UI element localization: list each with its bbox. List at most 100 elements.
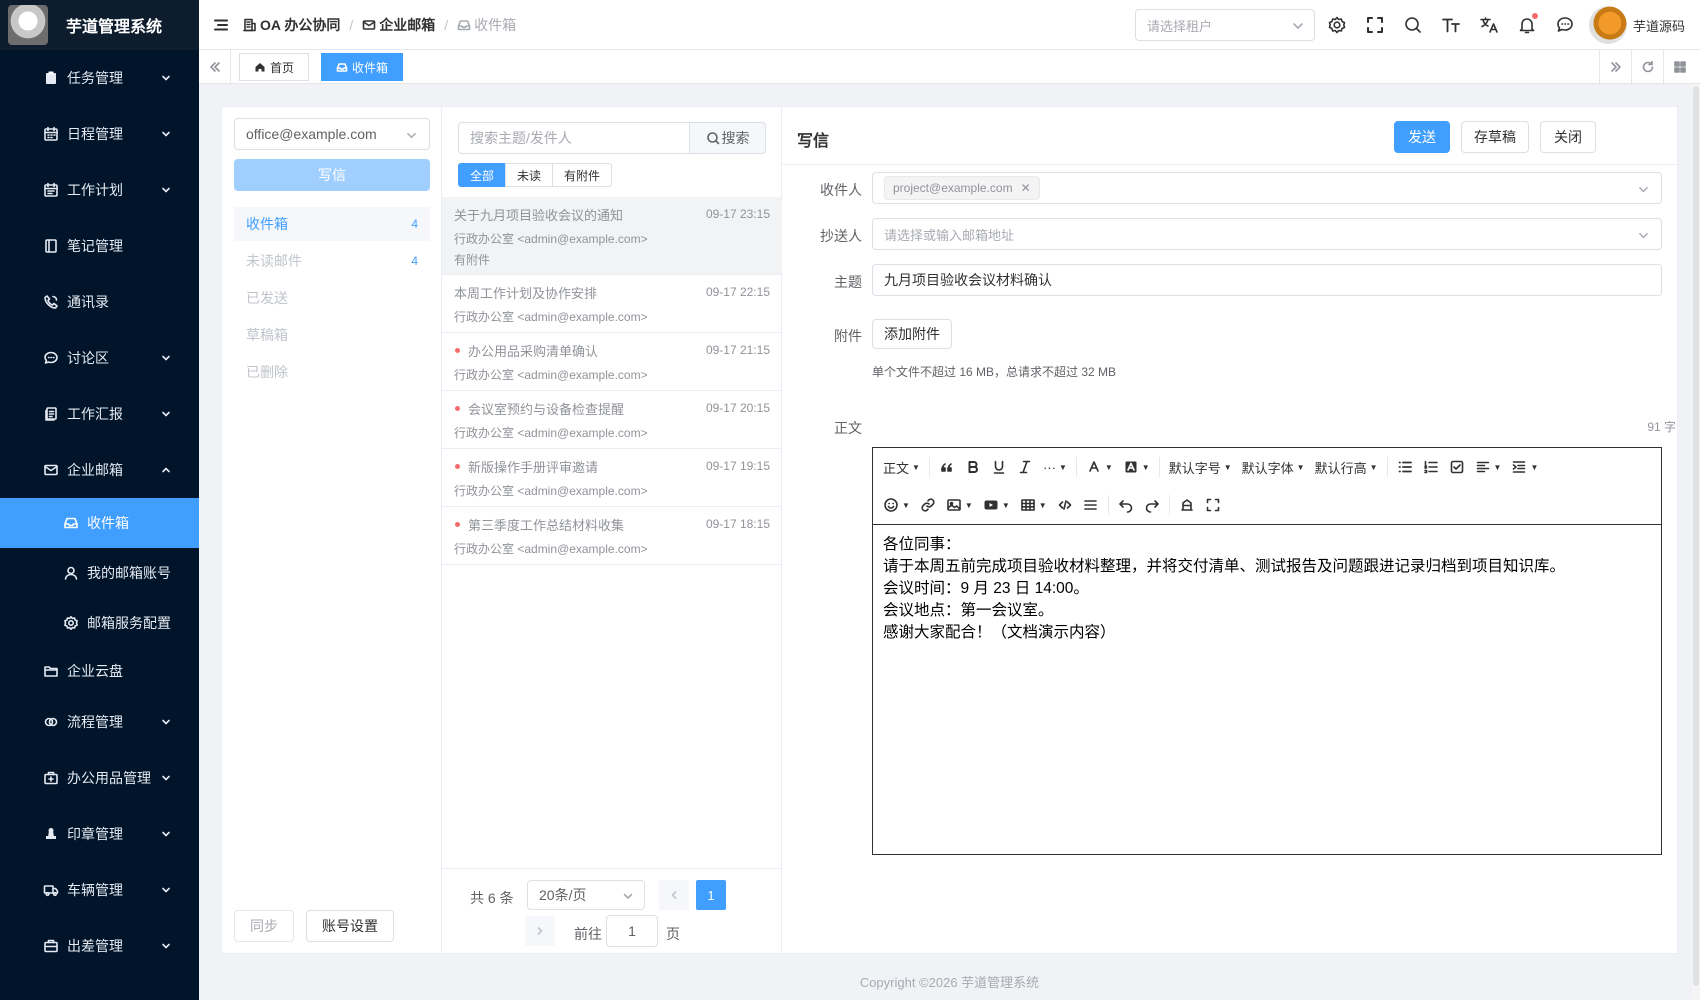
mail-list-item[interactable]: 关于九月项目验收会议的通知 09-17 23:15 行政办公室 <admin@e… [442,197,782,275]
sidebar-item-notes[interactable]: 笔记管理 [0,218,199,274]
notification-bell[interactable] [1517,13,1538,35]
settings-icon[interactable] [1327,15,1347,35]
username[interactable]: 芋道源码 [1633,16,1685,35]
search-button[interactable]: 搜索 [689,122,766,154]
more-style-button[interactable]: ··· ▼ [1038,452,1072,482]
video-button[interactable]: ▼ [978,490,1015,520]
italic-button[interactable] [1012,452,1038,482]
tab-home[interactable]: 首页 [239,53,310,81]
folder-inbox[interactable]: 收件箱 4 [234,207,430,241]
sidebar-item-schedule[interactable]: 日程管理 [0,106,199,162]
sidebar-item-report[interactable]: 工作汇报 [0,386,199,442]
todo-button[interactable] [1444,452,1470,482]
compose-button[interactable]: 写信 [234,159,430,191]
sidebar-item-vehicle[interactable]: 车辆管理 [0,862,199,918]
page-size-select[interactable]: 20条/页 [527,880,645,910]
sidebar-item-business-trip[interactable]: 出差管理 [0,918,199,974]
goto-page-input[interactable]: 1 [606,915,658,947]
translate-icon[interactable] [1479,15,1499,35]
avatar[interactable] [1589,6,1627,44]
background-color-button[interactable]: ▼ [1118,452,1155,482]
close-icon[interactable]: ✕ [1021,181,1031,195]
sidebar-item-my-mail-account[interactable]: 我的邮箱账号 [0,548,199,598]
code-button[interactable] [1052,490,1078,520]
align-button[interactable]: ▼ [1470,452,1507,482]
mail-account-select[interactable]: office@example.com [234,118,430,150]
font-size-select[interactable]: 默认字号 ▼ [1164,452,1237,482]
sync-button[interactable]: 同步 [234,910,294,942]
filter-attachment[interactable]: 有附件 [552,163,613,187]
prev-page-button[interactable] [659,880,689,910]
sidebar-item-cloud[interactable]: 企业云盘 [0,648,199,694]
image-button[interactable]: ▼ [941,490,978,520]
page-number-button[interactable]: 1 [696,880,726,910]
folder-unread[interactable]: 未读邮件 4 [234,244,430,278]
editor-fullscreen-button[interactable] [1200,490,1226,520]
font-family-select[interactable]: 默认字体 ▼ [1237,452,1310,482]
sidebar-item-office-supplies[interactable]: 办公用品管理 [0,750,199,806]
subject-input[interactable]: 九月项目验收会议材料确认 [872,264,1662,296]
cc-field[interactable]: 请选择或输入邮箱地址 [872,218,1662,250]
tabs-menu-button[interactable] [1663,50,1695,84]
mail-list-item[interactable]: 会议室预约与设备检查提醒 09-17 20:15 行政办公室 <admin@ex… [442,391,782,449]
tenant-select[interactable]: 请选择租户 [1135,9,1315,41]
sidebar-item-inbox[interactable]: 收件箱 [0,498,199,548]
scroll-left-button[interactable] [199,50,231,84]
sidebar-item-flow[interactable]: 流程管理 [0,694,199,750]
redo-button[interactable] [1139,490,1165,520]
breadcrumb-item-mail[interactable]: 企业邮箱 [362,15,435,35]
line-height-select[interactable]: 默认行高 ▼ [1310,452,1383,482]
editor-body[interactable]: 各位同事： 请于本周五前完成项目验收材料整理，并将交付清单、测试报告及问题跟进记… [883,534,1653,644]
table-button[interactable]: ▼ [1015,490,1052,520]
mail-list-item[interactable]: 办公用品采购清单确认 09-17 21:15 行政办公室 <admin@exam… [442,333,782,391]
emoji-button[interactable]: ▼ [878,490,915,520]
paragraph-select[interactable]: 正文 ▼ [878,452,925,482]
menu-toggle-icon[interactable] [213,17,229,33]
font-color-button[interactable]: ▼ [1081,452,1118,482]
sidebar-item-seal[interactable]: 印章管理 [0,806,199,862]
save-draft-button[interactable]: 存草稿 [1461,121,1529,153]
sidebar-item-contacts[interactable]: 通讯录 [0,274,199,330]
undo-button[interactable] [1113,490,1139,520]
folder-sent[interactable]: 已发送 [234,281,430,315]
to-field[interactable]: project@example.com ✕ [872,172,1662,204]
fullscreen-icon[interactable] [1365,15,1385,35]
underline-button[interactable] [986,452,1012,482]
mail-list-item[interactable]: 本周工作计划及协作安排 09-17 22:15 行政办公室 <admin@exa… [442,275,782,333]
sidebar-item-task[interactable]: 任务管理 [0,50,199,106]
account-settings-button[interactable]: 账号设置 [306,910,394,942]
filter-all[interactable]: 全部 [458,163,507,187]
tab-inbox[interactable]: 收件箱 [321,53,404,81]
add-attachment-button[interactable]: 添加附件 [872,319,952,349]
mail-list-item[interactable]: 新版操作手册评审邀请 09-17 19:15 行政办公室 <admin@exam… [442,449,782,507]
font-size-icon[interactable] [1441,15,1461,35]
send-button[interactable]: 发送 [1394,121,1450,153]
message-icon[interactable] [1555,15,1575,35]
numbered-list-button[interactable] [1418,452,1444,482]
filter-unread[interactable]: 未读 [505,163,554,187]
folder-drafts[interactable]: 草稿箱 [234,318,430,352]
close-button[interactable]: 关闭 [1540,121,1596,153]
sidebar-item-discussion[interactable]: 讨论区 [0,330,199,386]
divider-button[interactable] [1078,490,1104,520]
search-input[interactable]: 搜索主题/发件人 [458,122,690,154]
mail-time: 09-17 18:15 [705,517,770,531]
clear-format-button[interactable] [1174,490,1200,520]
breadcrumb-item-oa[interactable]: OA 办公协同 [243,15,340,35]
search-icon[interactable] [1403,15,1423,35]
link-button[interactable] [915,490,941,520]
folder-deleted[interactable]: 已删除 [234,355,430,389]
next-page-button[interactable] [525,916,555,946]
sidebar-item-mail-config[interactable]: 邮箱服务配置 [0,598,199,648]
bullet-list-button[interactable] [1392,452,1418,482]
mail-list-item[interactable]: 第三季度工作总结材料收集 09-17 18:15 行政办公室 <admin@ex… [442,507,782,565]
indent-button[interactable]: ▼ [1506,452,1543,482]
sidebar-item-mail[interactable]: 企业邮箱 [0,442,199,498]
sidebar-item-workplan[interactable]: 工作计划 [0,162,199,218]
bold-button[interactable] [960,452,986,482]
scroll-right-button[interactable] [1599,50,1631,84]
quote-button[interactable] [934,452,960,482]
page-scrollbar[interactable] [1693,86,1699,986]
logo[interactable]: 芋道管理系统 [0,0,199,50]
refresh-button[interactable] [1631,50,1663,84]
